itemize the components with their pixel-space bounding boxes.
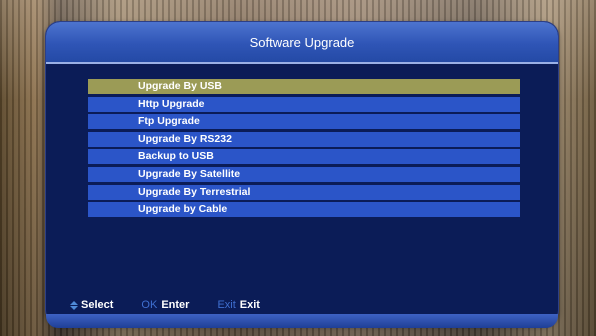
menu-item-label: Upgrade By Terrestrial — [138, 185, 251, 198]
menu-item-label: Upgrade By RS232 — [138, 132, 232, 145]
up-down-arrows-icon — [70, 300, 78, 310]
menu-item-upgrade-by-terrestrial[interactable]: Upgrade By Terrestrial — [88, 184, 520, 200]
menu-item-label: Ftp Upgrade — [138, 115, 200, 128]
menu-item-label: Backup to USB — [138, 150, 214, 163]
ok-key-label: OK — [141, 299, 158, 311]
menu-item-upgrade-by-satellite[interactable]: Upgrade By Satellite — [88, 166, 520, 182]
menu-item-http-upgrade[interactable]: Http Upgrade — [88, 96, 520, 112]
menu-item-upgrade-by-usb[interactable]: Upgrade By USB — [88, 79, 520, 94]
exit-key-label: Exit — [217, 299, 236, 311]
exit-hint-label: Exit — [239, 299, 260, 311]
dialog-bottom-strip — [46, 314, 558, 328]
menu-item-label: Upgrade by Cable — [138, 203, 228, 216]
upgrade-menu: Upgrade By USB Http Upgrade Ftp Upgrade … — [88, 79, 520, 220]
title-bar: Software Upgrade — [46, 22, 558, 64]
menu-item-label: Upgrade By Satellite — [138, 167, 241, 180]
menu-item-label: Upgrade By USB — [138, 80, 223, 92]
enter-hint: OK Enter — [141, 299, 189, 311]
menu-item-upgrade-by-cable[interactable]: Upgrade by Cable — [88, 202, 520, 218]
dialog-title: Software Upgrade — [249, 34, 355, 50]
exit-hint: Exit Exit — [217, 299, 260, 311]
select-hint: Select — [70, 299, 113, 311]
select-hint-label: Select — [81, 299, 114, 311]
enter-hint-label: Enter — [161, 299, 190, 311]
menu-item-ftp-upgrade[interactable]: Ftp Upgrade — [88, 114, 520, 130]
menu-item-upgrade-by-rs232[interactable]: Upgrade By RS232 — [88, 131, 520, 147]
software-upgrade-dialog: Software Upgrade Upgrade By USB Http Upg… — [46, 22, 558, 324]
menu-item-backup-to-usb[interactable]: Backup to USB — [88, 149, 520, 165]
menu-item-label: Http Upgrade — [138, 97, 205, 110]
